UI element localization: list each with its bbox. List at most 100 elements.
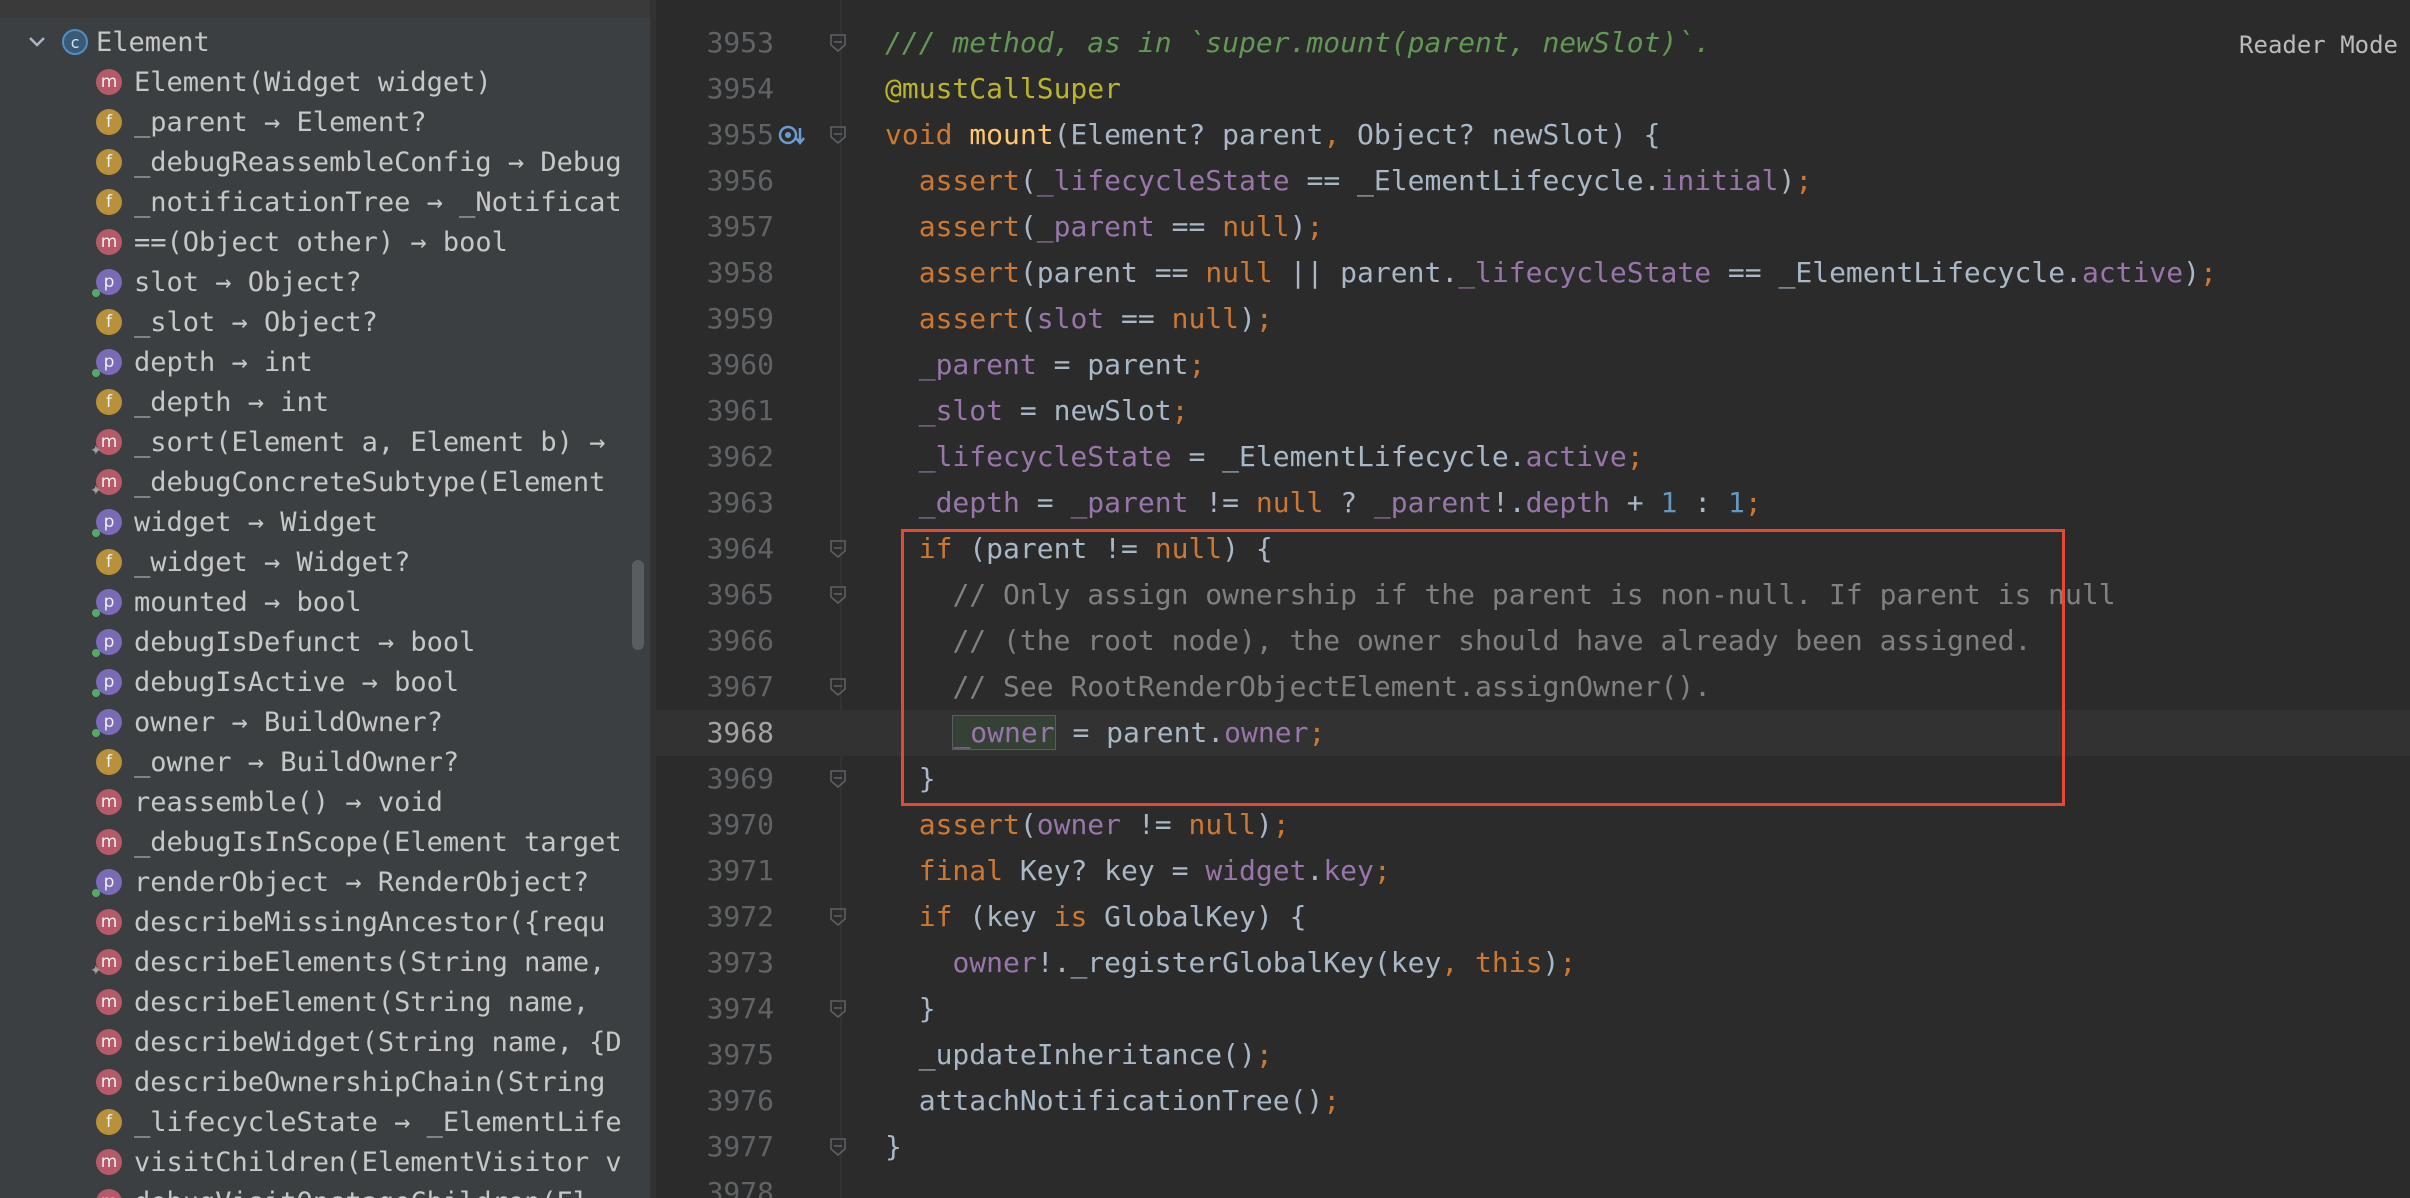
code-line[interactable]: 3960 _parent = parent; <box>656 342 2410 388</box>
line-number[interactable]: 3962 <box>656 434 774 480</box>
tree-item[interactable]: f _owner → BuildOwner? <box>96 742 459 782</box>
line-number[interactable]: 3965 <box>656 572 774 618</box>
tree-item[interactable]: m ✦ _debugConcreteSubtype(Element <box>90 462 605 502</box>
code-text[interactable]: assert(slot == null); <box>885 296 1273 342</box>
line-number[interactable]: 3972 <box>656 894 774 940</box>
code-text[interactable]: _parent = parent; <box>885 342 1206 388</box>
tree-item[interactable]: p slot → Object? <box>92 262 362 302</box>
code-text[interactable]: _updateInheritance(); <box>885 1032 1273 1078</box>
line-number[interactable]: 3961 <box>656 388 774 434</box>
tree-item[interactable]: m Element(Widget widget) <box>96 62 492 102</box>
line-number[interactable]: 3959 <box>656 296 774 342</box>
tree-item[interactable]: f _slot → Object? <box>96 302 378 342</box>
line-number[interactable]: 3967 <box>656 664 774 710</box>
line-number[interactable]: 3964 <box>656 526 774 572</box>
fold-marker-icon[interactable] <box>830 34 846 52</box>
line-number[interactable]: 3957 <box>656 204 774 250</box>
code-text[interactable]: @mustCallSuper <box>885 66 1121 112</box>
code-line[interactable]: 3959 assert(slot == null); <box>656 296 2410 342</box>
tree-item[interactable]: f _widget → Widget? <box>96 542 410 582</box>
code-text[interactable]: _slot = newSlot; <box>885 388 1189 434</box>
tree-node-element-class[interactable]: c Element <box>0 22 210 62</box>
tree-item[interactable]: f _parent → Element? <box>96 102 427 142</box>
line-number[interactable]: 3954 <box>656 66 774 112</box>
tree-item[interactable]: p mounted → bool <box>92 582 362 622</box>
line-number[interactable]: 3975 <box>656 1032 774 1078</box>
line-number[interactable]: 3960 <box>656 342 774 388</box>
tree-item[interactable]: m ==(Object other) → bool <box>96 222 508 262</box>
tree-item[interactable]: m ✦ describeElements(String name, <box>90 942 605 982</box>
code-line[interactable]: 3970 assert(owner != null); <box>656 802 2410 848</box>
tree-item[interactable]: p depth → int <box>92 342 313 382</box>
code-line[interactable]: 3976 attachNotificationTree(); <box>656 1078 2410 1124</box>
code-text[interactable]: _lifecycleState = _ElementLifecycle.acti… <box>885 434 1644 480</box>
line-number[interactable]: 3970 <box>656 802 774 848</box>
code-text[interactable]: final Key? key = widget.key; <box>885 848 1391 894</box>
tree-item[interactable]: p widget → Widget <box>92 502 378 542</box>
code-line[interactable]: 3958 assert(parent == null || parent._li… <box>656 250 2410 296</box>
line-number[interactable]: 3974 <box>656 986 774 1032</box>
code-line[interactable]: 3978 <box>656 1170 2410 1198</box>
override-marker-icon[interactable] <box>776 124 810 148</box>
code-text[interactable]: if (key is GlobalKey) { <box>885 894 1307 940</box>
tree-item[interactable]: m describeOwnershipChain(String <box>96 1062 605 1102</box>
code-line[interactable]: 3975 _updateInheritance(); <box>656 1032 2410 1078</box>
line-number[interactable]: 3953 <box>656 20 774 66</box>
code-line[interactable]: 3954 @mustCallSuper <box>656 66 2410 112</box>
code-text[interactable]: assert(parent == null || parent._lifecyc… <box>885 250 2217 296</box>
code-line[interactable]: 3973 owner!._registerGlobalKey(key, this… <box>656 940 2410 986</box>
code-line[interactable]: 3953 /// method, as in `super.mount(paren… <box>656 20 2410 66</box>
tree-item[interactable]: m ✦ _sort(Element a, Element b) → <box>90 422 605 462</box>
tree-item[interactable]: f _notificationTree → _Notificat <box>96 182 622 222</box>
tree-item[interactable]: m describeElement(String name, <box>96 982 589 1022</box>
code-text[interactable]: assert(_parent == null); <box>885 204 1324 250</box>
fold-marker-icon[interactable] <box>830 540 846 558</box>
fold-marker-icon[interactable] <box>830 586 846 604</box>
tree-item[interactable]: f _depth → int <box>96 382 329 422</box>
code-line[interactable]: 3955 void mount(Element? parent, Object? … <box>656 112 2410 158</box>
line-number[interactable]: 3977 <box>656 1124 774 1170</box>
code-line[interactable]: 3977} <box>656 1124 2410 1170</box>
line-number[interactable]: 3955 <box>656 112 774 158</box>
code-text[interactable]: attachNotificationTree(); <box>885 1078 1340 1124</box>
code-text[interactable]: /// method, as in `super.mount(parent, n… <box>885 20 1711 66</box>
code-text[interactable]: owner!._registerGlobalKey(key, this); <box>885 940 1576 986</box>
tree-item[interactable]: m visitChildren(ElementVisitor v <box>96 1142 622 1182</box>
code-editor[interactable]: 3953 /// method, as in `super.mount(paren… <box>656 0 2410 1198</box>
code-line[interactable]: 3957 assert(_parent == null); <box>656 204 2410 250</box>
line-number[interactable]: 3978 <box>656 1170 774 1198</box>
line-number[interactable]: 3966 <box>656 618 774 664</box>
fold-marker-icon[interactable] <box>830 908 846 926</box>
tree-item[interactable]: p debugIsDefunct → bool <box>92 622 475 662</box>
tree-item[interactable]: p renderObject → RenderObject? <box>92 862 589 902</box>
code-line[interactable]: 3972 if (key is GlobalKey) { <box>656 894 2410 940</box>
line-number[interactable]: 3971 <box>656 848 774 894</box>
tree-item[interactable]: m reassemble() → void <box>96 782 443 822</box>
tree-item[interactable]: p owner → BuildOwner? <box>92 702 443 742</box>
fold-marker-icon[interactable] <box>830 1000 846 1018</box>
line-number[interactable]: 3956 <box>656 158 774 204</box>
line-number[interactable]: 3973 <box>656 940 774 986</box>
code-text[interactable]: assert(owner != null); <box>885 802 1290 848</box>
code-line[interactable]: 3974 } <box>656 986 2410 1032</box>
line-number[interactable]: 3963 <box>656 480 774 526</box>
fold-marker-icon[interactable] <box>830 678 846 696</box>
code-text[interactable]: void mount(Element? parent, Object? newS… <box>885 112 1660 158</box>
chevron-down-icon[interactable] <box>26 31 48 53</box>
code-line[interactable]: 3971 final Key? key = widget.key; <box>656 848 2410 894</box>
tree-item[interactable]: f _lifecycleState → _ElementLife <box>96 1102 622 1142</box>
code-line[interactable]: 3956 assert(_lifecycleState == _ElementL… <box>656 158 2410 204</box>
tree-item[interactable]: m _debugIsInScope(Element target <box>96 822 622 862</box>
line-number[interactable]: 3976 <box>656 1078 774 1124</box>
tree-item[interactable]: f _debugReassembleConfig → Debug <box>96 142 622 182</box>
tree-item[interactable]: m describeMissingAncestor({requ <box>96 902 605 942</box>
code-line[interactable]: 3962 _lifecycleState = _ElementLifecycle… <box>656 434 2410 480</box>
reader-mode-button[interactable]: Reader Mode <box>2239 31 2398 59</box>
code-text[interactable]: } <box>885 1124 902 1170</box>
code-text[interactable]: assert(_lifecycleState == _ElementLifecy… <box>885 158 1813 204</box>
tree-item[interactable]: m describeWidget(String name, {D <box>96 1022 622 1062</box>
line-number[interactable]: 3968 <box>656 710 774 756</box>
scrollbar-thumb[interactable] <box>632 560 644 650</box>
code-text[interactable]: _depth = _parent != null ? _parent!.dept… <box>885 480 1762 526</box>
code-text[interactable]: } <box>885 986 936 1032</box>
